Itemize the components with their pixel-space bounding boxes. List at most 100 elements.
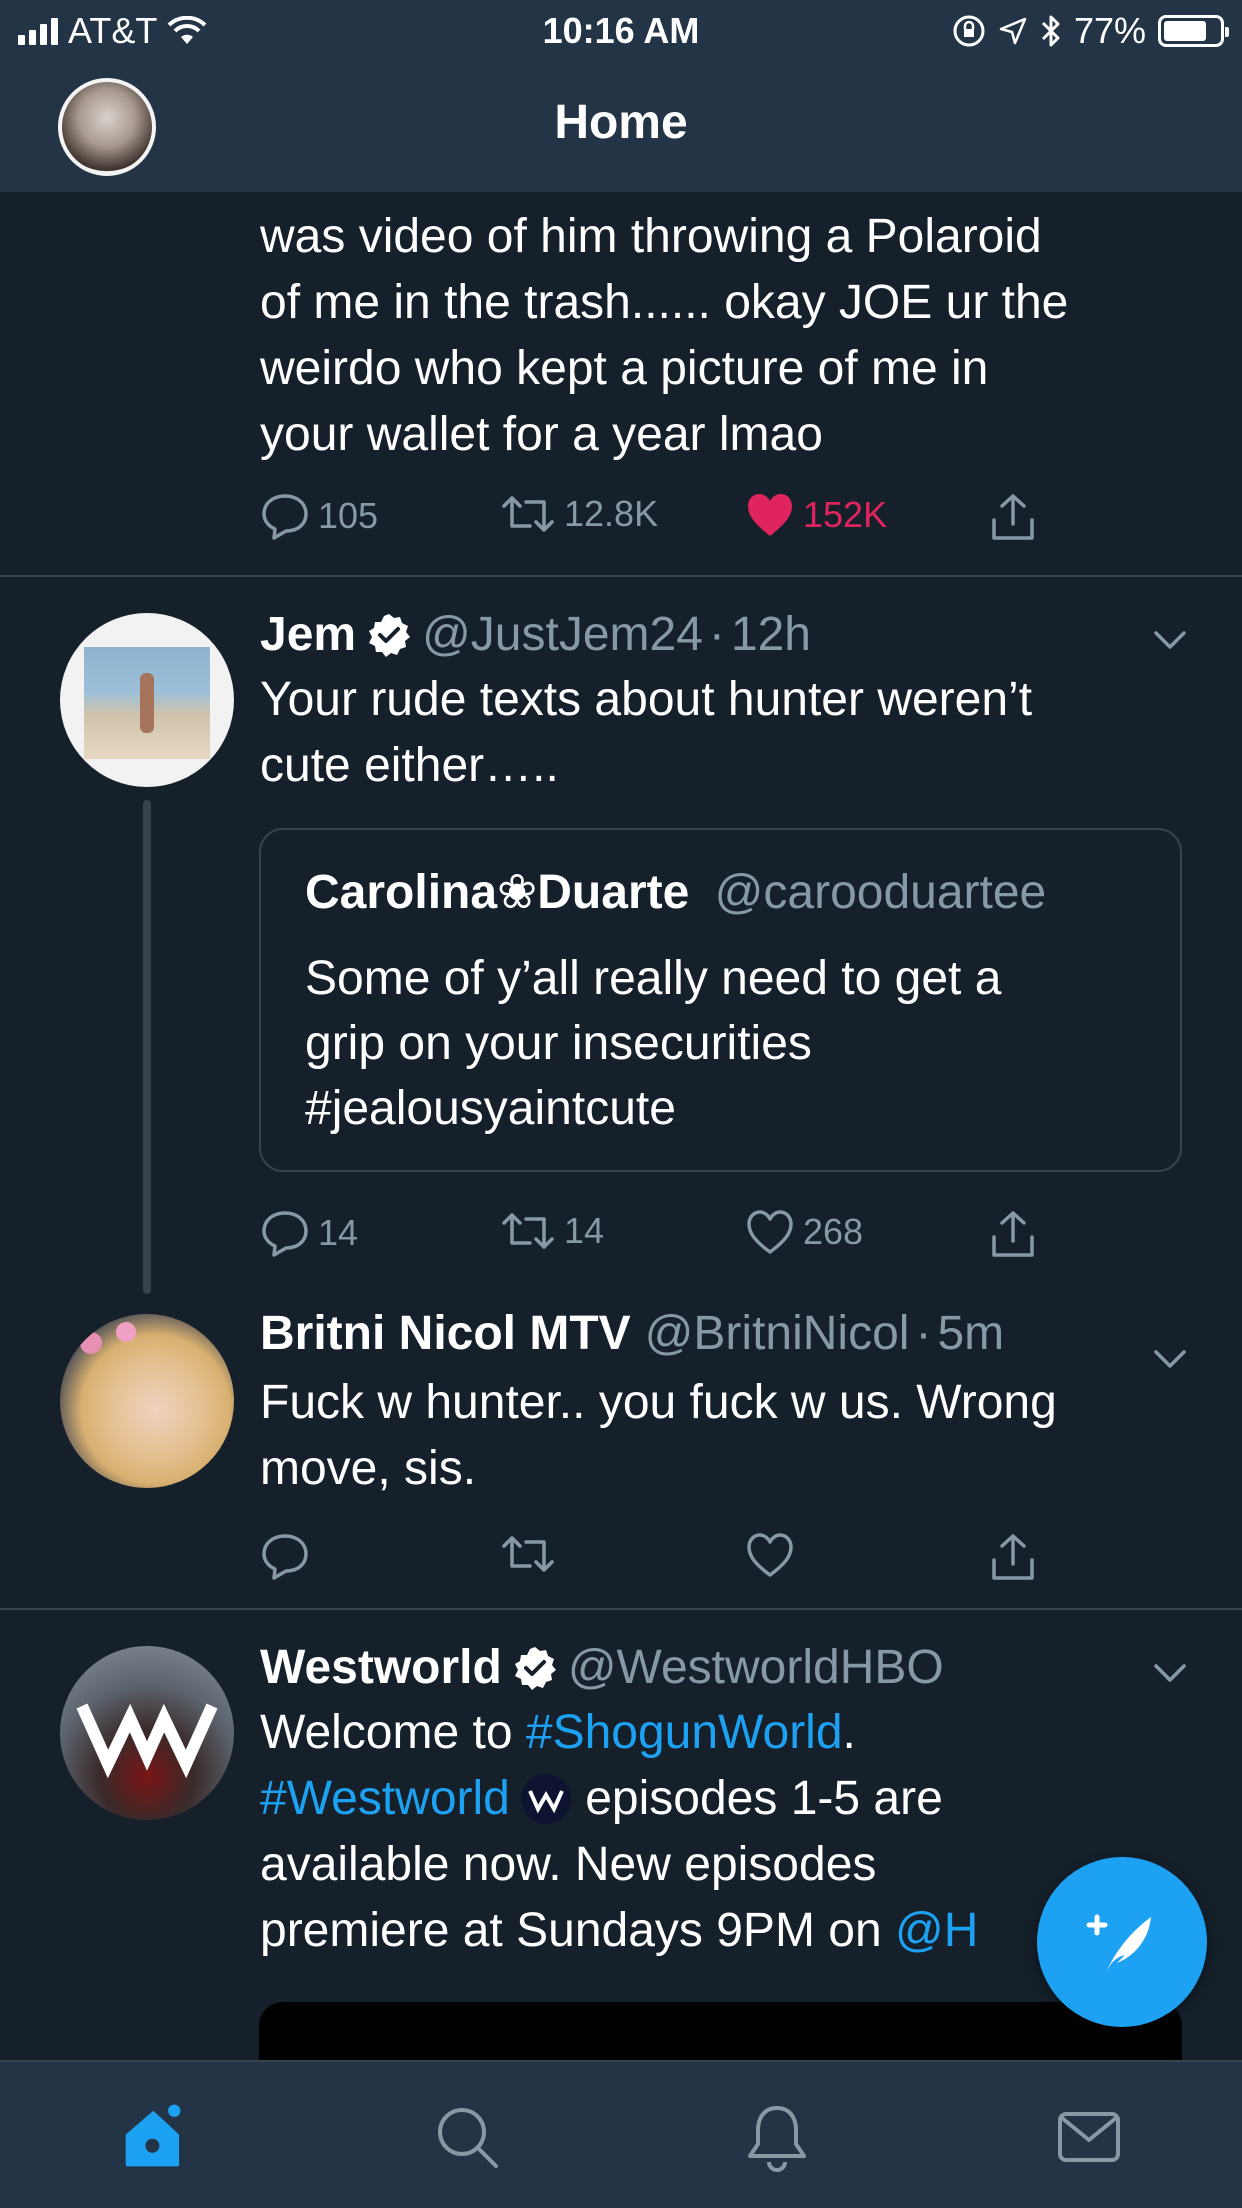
reply-count: 105: [318, 495, 379, 536]
tweet-1-line: your wallet for a year lmao: [260, 408, 823, 461]
like-icon: [748, 494, 792, 536]
tweet-2-actions: 14 14 268: [260, 1209, 1060, 1269]
tab-search[interactable]: [432, 2102, 502, 2172]
hashtag-link[interactable]: #Westworld: [260, 1766, 510, 1832]
share-icon: [992, 1534, 1034, 1580]
share-button[interactable]: [988, 492, 1038, 542]
quoted-author-handle: @carooduartee: [714, 866, 1047, 919]
search-icon: [438, 2108, 498, 2168]
tweet-1[interactable]: was video of him throwing a Polaroid of …: [0, 190, 1242, 575]
thread-connector: [143, 800, 151, 1294]
tweet-1-line: of me in the trash...... okay JOE ur the: [260, 276, 1069, 329]
text-segment: episodes 1-5 are: [571, 1772, 943, 1825]
tweet-1-line: weirdo who kept a picture of me in: [260, 342, 989, 395]
like-icon: [747, 1533, 793, 1577]
page-title: Home: [554, 96, 688, 149]
chevron-down-icon[interactable]: [1150, 1652, 1190, 1692]
dot-separator: ·: [708, 608, 725, 661]
like-button[interactable]: 268: [745, 1209, 863, 1255]
westworld-emoji-icon: [520, 1774, 571, 1824]
author-name[interactable]: Westworld: [260, 1640, 502, 1695]
verified-icon: [514, 1646, 556, 1690]
retweet-count: 12.8K: [564, 493, 659, 534]
hashtag-link[interactable]: #ShogunWorld: [526, 1706, 843, 1759]
tweet-2-header: Jem @JustJem24 · 12h: [260, 607, 811, 662]
retweet-button[interactable]: 12.8K: [500, 492, 658, 536]
author-name[interactable]: Britni Nicol MTV: [260, 1306, 631, 1361]
like-button[interactable]: 152K: [745, 492, 887, 538]
retweet-icon: [502, 1213, 554, 1249]
reply-icon: [262, 1211, 308, 1257]
like-button[interactable]: [745, 1532, 795, 1578]
dot-separator: ·: [915, 1307, 932, 1360]
share-icon: [992, 1211, 1034, 1257]
status-bar: AT&T 10:16 AM 77%: [0, 0, 1242, 62]
share-button[interactable]: [988, 1532, 1038, 1582]
quoted-line: #jealousyaintcute: [305, 1082, 676, 1135]
like-count: 268: [803, 1211, 864, 1252]
tab-messages[interactable]: [1054, 2102, 1124, 2172]
author-handle[interactable]: @WestworldHBO: [568, 1640, 944, 1695]
quoted-tweet-text: Some of y’all really need to get a grip …: [305, 946, 1165, 1141]
status-right: 77%: [952, 10, 1229, 52]
tab-home[interactable]: [120, 2102, 190, 2172]
avatar[interactable]: [60, 1314, 234, 1488]
battery-icon: [1158, 15, 1229, 47]
tweet-time: 5m: [937, 1307, 1005, 1360]
share-button[interactable]: [988, 1209, 1038, 1259]
author-handle[interactable]: @JustJem24: [422, 607, 703, 662]
tweet-1-line: was video of him throwing a Polaroid: [260, 210, 1042, 263]
quoted-tweet-header: Carolina❀Duarte @carooduartee: [305, 864, 1046, 920]
tweet-2-line: Your rude texts about hunter weren’t: [260, 673, 1033, 726]
share-icon: [992, 494, 1034, 540]
battery-label: 77%: [1073, 10, 1146, 51]
retweet-count: 14: [564, 1210, 605, 1251]
tweet-3-actions: [260, 1532, 1060, 1592]
like-count: 152K: [803, 494, 888, 535]
tweet-3-line: move, sis.: [260, 1442, 477, 1495]
reply-count: 14: [318, 1212, 359, 1253]
tweet-2-text: Your rude texts about hunter weren’t cut…: [260, 667, 1200, 799]
retweet-icon: [502, 496, 554, 532]
tweet-3[interactable]: Britni Nicol MTV @BritniNicol · 5m Fuck …: [0, 1300, 1242, 1610]
top-bar: AT&T 10:16 AM 77% Home: [0, 0, 1242, 192]
avatar[interactable]: [60, 1646, 234, 1820]
reply-icon: [262, 1534, 308, 1580]
quoted-tweet[interactable]: Carolina❀Duarte @carooduartee Some of y’…: [259, 828, 1182, 1172]
compose-icon: [1086, 1914, 1151, 1975]
chevron-down-icon[interactable]: [1150, 619, 1190, 659]
reply-button[interactable]: 105: [260, 492, 378, 540]
tweet-2-line: cute either…..: [260, 739, 559, 792]
location-icon: [999, 17, 1027, 45]
tweet-3-text: Fuck w hunter.. you fuck w us. Wrong mov…: [260, 1370, 1220, 1502]
quoted-line: Some of y’all really need to get a: [305, 952, 1002, 1005]
avatar[interactable]: [60, 613, 234, 787]
retweet-icon: [502, 1536, 554, 1572]
orientation-lock-icon: [953, 15, 985, 47]
compose-button[interactable]: [1037, 1857, 1207, 2027]
quoted-line: grip on your insecurities: [305, 1017, 812, 1070]
reply-button[interactable]: [260, 1532, 310, 1580]
reply-button[interactable]: 14: [260, 1209, 358, 1257]
tab-bar: [0, 2060, 1242, 2208]
mention-link[interactable]: @H: [895, 1904, 978, 1957]
tweet-1-actions: 105 12.8K 152K: [260, 492, 1060, 552]
retweet-button[interactable]: [500, 1532, 556, 1576]
messages-icon: [1058, 2112, 1120, 2162]
quoted-author-name: Carolina❀Duarte: [305, 866, 690, 919]
tweet-time: 12h: [730, 608, 811, 661]
tweet-4-line: Welcome to #ShogunWorld.: [260, 1700, 1220, 1766]
tweet-1-text: was video of him throwing a Polaroid of …: [260, 204, 1200, 468]
text-segment: premiere at Sundays 9PM on: [260, 1904, 895, 1957]
reply-icon: [262, 494, 308, 540]
tweet-4-line: #Westworld episodes 1-5 are: [260, 1766, 1220, 1832]
retweet-button[interactable]: 14: [500, 1209, 604, 1253]
tab-notifications[interactable]: [742, 2102, 812, 2172]
text-segment: .: [842, 1706, 856, 1759]
author-handle[interactable]: @BritniNicol: [645, 1306, 910, 1361]
notifications-icon: [748, 2106, 806, 2172]
tweet-4-header: Westworld @WestworldHBO: [260, 1640, 944, 1695]
home-icon: [125, 2104, 181, 2167]
author-name[interactable]: Jem: [260, 607, 356, 662]
bluetooth-icon: [1041, 15, 1060, 47]
